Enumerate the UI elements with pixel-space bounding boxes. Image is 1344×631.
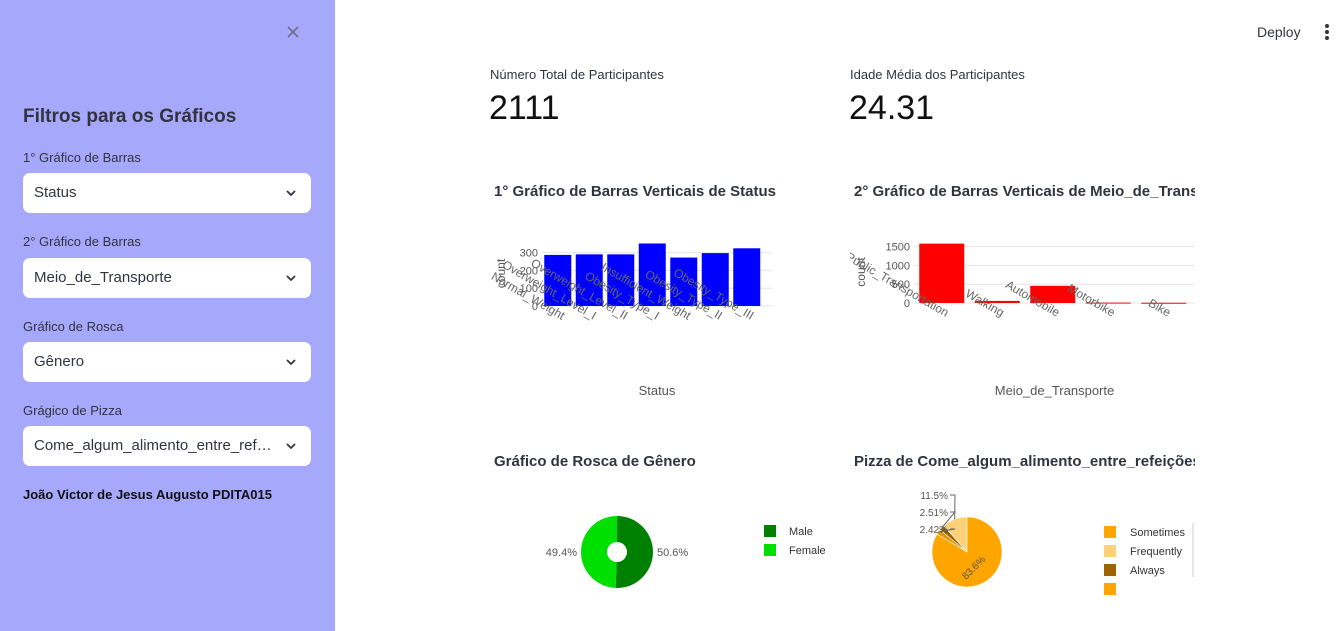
select-pie[interactable]: Come_algum_alimento_entre_refeições [23, 426, 311, 466]
slice-label: 11.5% [920, 491, 948, 502]
chevron-down-icon [286, 190, 296, 197]
legend-swatch [1104, 526, 1116, 538]
legend-label: Female [789, 545, 826, 557]
select-donut[interactable]: Gênero [23, 342, 311, 382]
donut-hole [607, 542, 627, 562]
chart2-title: 2° Gráfico de Barras Verticais de Meio_d… [854, 183, 1195, 200]
bar [733, 248, 761, 306]
filter-label-donut: Gráfico de Rosca [23, 319, 124, 334]
snack-pie-chart: 83.6%11.5%2.51%2.42% SometimesFrequentlyA… [920, 491, 1194, 595]
legend-swatch [764, 525, 776, 537]
legend-label: Male [789, 526, 813, 538]
legend-swatch [764, 544, 776, 556]
slice-label: 2.51% [920, 508, 948, 519]
sidebar-title: Filtros para os Gráficos [23, 106, 237, 127]
select-bar1[interactable]: Status [23, 173, 311, 213]
chevron-down-icon [286, 443, 296, 450]
select-value: Meio_de_Transporte [34, 269, 172, 286]
select-bar2[interactable]: Meio_de_Transporte [23, 258, 311, 298]
legend-label: Frequently [1130, 546, 1182, 558]
filter-label-pie: Grágico de Pizza [23, 403, 122, 418]
legend-label: Always [1130, 565, 1165, 577]
x-axis-label: Meio_de_Transporte [995, 383, 1114, 398]
gender-donut-chart: 50.6% 49.4% Male Female [546, 516, 826, 588]
chart3-title: Gráfico de Rosca de Gênero [494, 453, 696, 470]
filter-label-bar2: 2° Gráfico de Barras [23, 234, 141, 249]
author-name: João Victor de Jesus Augusto PDITA015 [23, 487, 272, 502]
close-icon [287, 26, 299, 38]
transport-bar-chart: 050010001500countPublic_Transportation Wa… [850, 242, 1195, 398]
x-axis-label: Status [639, 383, 676, 398]
status-bar-chart: 0100200300countNormal_WeightOverweight_L… [490, 243, 772, 398]
y-tick-label: 1500 [886, 242, 910, 254]
y-tick-label: 0 [904, 298, 910, 310]
metric-age-label: Idade Média dos Participantes [850, 67, 1025, 82]
more-menu-icon[interactable] [1318, 22, 1336, 42]
slice-label: 2.42% [920, 525, 948, 536]
chart4-title: Pizza de Come_algum_alimento_entre_refei… [854, 453, 1195, 470]
filter-label-bar1: 1° Gráfico de Barras [23, 150, 141, 165]
select-value: Status [34, 184, 77, 201]
metric-age-value: 24.31 [849, 89, 935, 127]
legend-swatch [1104, 564, 1116, 576]
x-tick-label: Bike [1146, 296, 1173, 320]
select-value: Come_algum_alimento_entre_refeições [34, 437, 274, 454]
select-value: Gênero [34, 353, 85, 370]
legend-swatch [1104, 583, 1116, 595]
slice-label: 49.4% [546, 547, 577, 559]
chevron-down-icon [286, 359, 296, 366]
deploy-button[interactable]: Deploy [1251, 22, 1307, 42]
slice-label: 50.6% [657, 547, 688, 559]
close-sidebar-icon[interactable] [283, 22, 303, 42]
legend-label: Sometimes [1130, 527, 1186, 539]
sidebar: Filtros para os Gráficos 1° Gráfico de B… [0, 0, 335, 631]
legend-swatch [1104, 545, 1116, 557]
chevron-down-icon [286, 275, 296, 282]
chart1-title: 1° Gráfico de Barras Verticais de Status [494, 183, 776, 200]
metric-total-label: Número Total de Participantes [490, 67, 664, 82]
metric-total-value: 2111 [489, 89, 560, 127]
